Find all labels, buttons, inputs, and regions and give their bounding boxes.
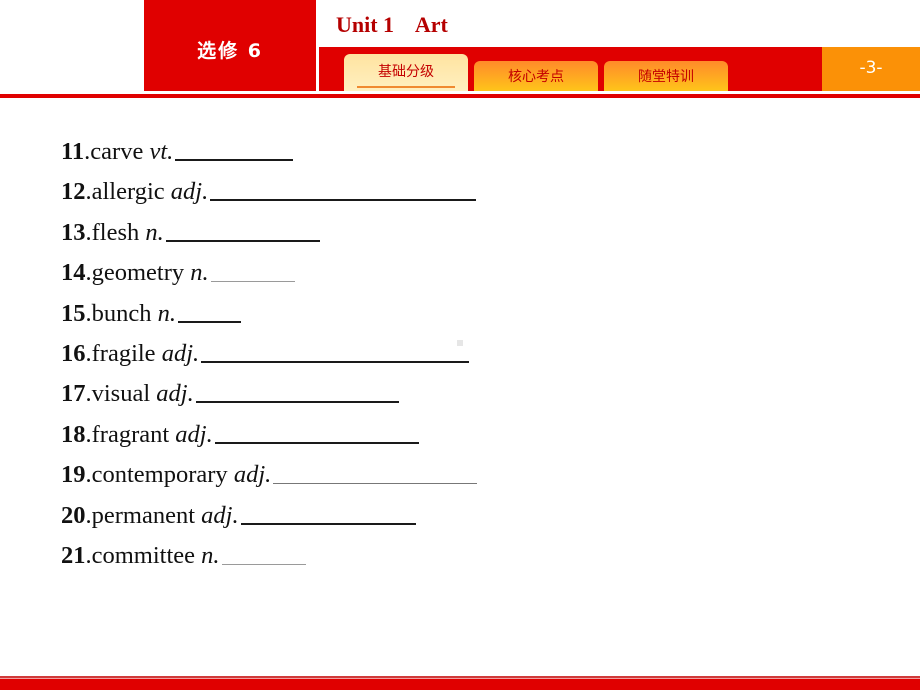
list-item: 21. committee n. [61, 542, 477, 582]
course-label: 选修 6 [197, 40, 263, 62]
answer-blank[interactable] [210, 280, 295, 283]
course-block: 选修 6 [144, 0, 316, 91]
answer-blank[interactable] [273, 482, 478, 485]
item-pos: adj. [156, 380, 194, 408]
list-item: 16. fragile adj. [61, 340, 477, 380]
answer-blank[interactable] [214, 441, 419, 444]
item-pos: n. [201, 541, 220, 569]
item-number: 13 [61, 218, 86, 246]
item-pos: n. [190, 259, 209, 287]
item-word: fragile [91, 339, 156, 367]
item-number: 17 [61, 380, 86, 408]
tab-core-points[interactable]: 核心考点 [474, 61, 598, 91]
item-number: 20 [61, 501, 86, 529]
unit-title: Unit 1 Art [336, 12, 448, 37]
item-word: flesh [91, 218, 140, 246]
item-word: contemporary [91, 461, 228, 489]
item-number: 15 [61, 299, 86, 327]
active-tab-underline [357, 86, 455, 88]
item-number: 19 [61, 461, 86, 489]
list-item: 17. visual adj. [61, 380, 477, 420]
answer-blank[interactable] [165, 239, 320, 242]
item-pos: adj. [161, 339, 200, 367]
answer-blank[interactable] [175, 158, 294, 161]
item-word: committee [91, 541, 196, 569]
footer-bar [0, 678, 920, 690]
tab-label: 基础分级 [378, 63, 434, 80]
answer-blank[interactable] [201, 360, 470, 363]
slide-header: 选修 6 Unit 1 Art 基础分级 核心考点 随堂特训 -3- [0, 0, 920, 100]
item-number: 14 [61, 259, 86, 287]
answer-blank[interactable] [178, 320, 241, 323]
item-pos: adj. [175, 420, 213, 448]
list-item: 19. contemporary adj. [61, 461, 478, 501]
list-item: 12. allergic adj. [61, 178, 477, 218]
item-word: fragrant [91, 420, 170, 448]
list-item: 13. flesh n. [61, 219, 477, 259]
item-number: 11 [61, 138, 85, 165]
item-word: carve [90, 138, 144, 165]
item-word: geometry [91, 259, 185, 287]
item-number: 16 [61, 339, 86, 367]
tab-label: 核心考点 [508, 69, 564, 85]
answer-blank[interactable] [210, 198, 477, 202]
item-pos: adj. [201, 501, 239, 529]
item-pos: adj. [170, 178, 209, 206]
item-word: bunch [91, 299, 152, 327]
tab-bar: 基础分级 核心考点 随堂特训 [319, 47, 822, 91]
item-number: 12 [61, 178, 86, 206]
answer-blank[interactable] [240, 522, 416, 525]
list-item: 20. permanent adj. [61, 502, 477, 542]
list-item: 14. geometry n. [61, 259, 477, 299]
tab-label: 随堂特训 [638, 69, 694, 85]
tab-basic-levels[interactable]: 基础分级 [344, 54, 468, 91]
answer-blank[interactable] [195, 400, 399, 404]
item-word: visual [91, 380, 151, 408]
item-number: 18 [61, 420, 86, 448]
item-pos: n. [145, 218, 164, 246]
list-item: 11. carve vt. [61, 138, 477, 178]
item-number: 21 [61, 541, 86, 569]
item-pos: adj. [233, 461, 272, 489]
vocabulary-exercise: 11. carve vt. 12. allergic adj. 13. flesh n… [61, 138, 478, 582]
page-number: -3- [822, 47, 920, 91]
item-pos: n. [157, 299, 176, 327]
answer-blank[interactable] [221, 563, 306, 565]
item-word: allergic [91, 178, 165, 206]
tab-class-practice[interactable]: 随堂特训 [604, 61, 728, 91]
list-item: 18. fragrant adj. [61, 421, 477, 461]
decorative-square [457, 340, 463, 346]
header-divider [0, 94, 920, 98]
list-item: 15. bunch n. [61, 300, 477, 340]
item-pos: vt. [149, 138, 174, 165]
item-word: permanent [91, 501, 196, 529]
